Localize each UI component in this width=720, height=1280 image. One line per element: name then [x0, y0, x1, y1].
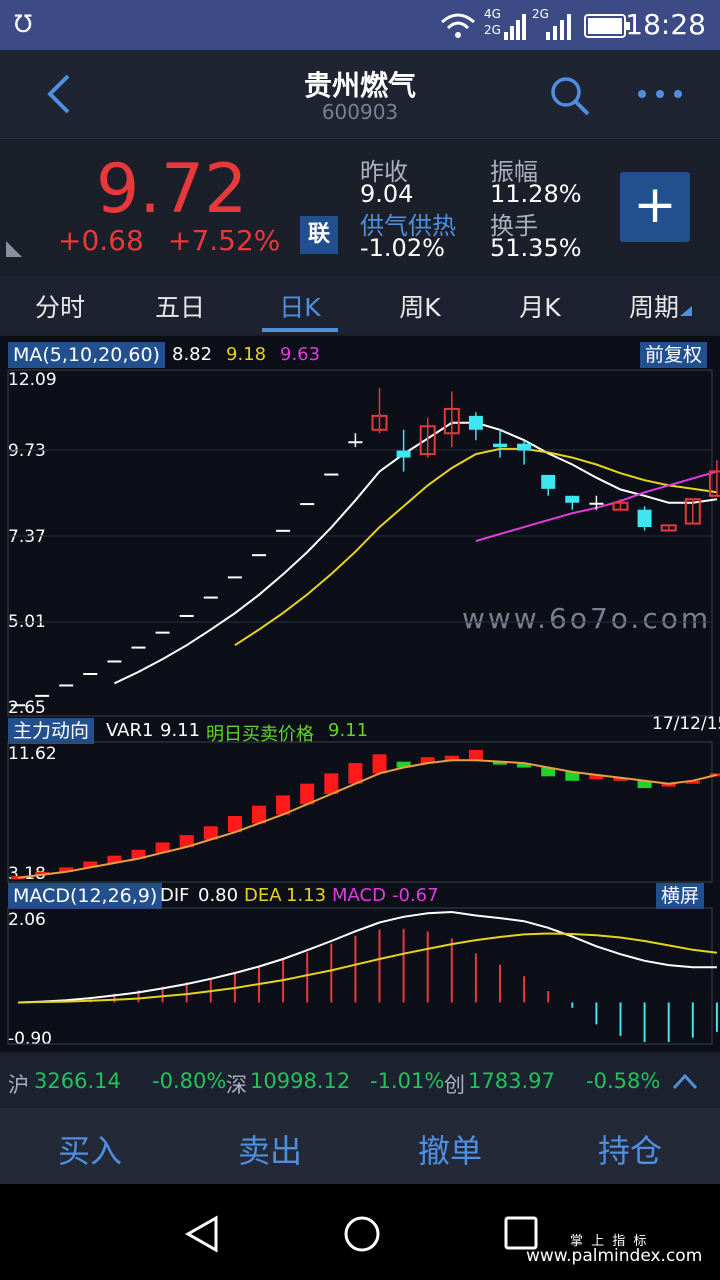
candle-body — [107, 660, 122, 663]
candle-body — [83, 672, 98, 675]
positions-button[interactable]: 持仓 — [540, 1126, 720, 1172]
candle-body — [35, 694, 50, 697]
stock-header: 贵州燃气 600903 — [0, 50, 720, 138]
footer-watermark-url: www.palmindex.com — [526, 1246, 703, 1266]
add-watchlist-button[interactable]: + — [620, 172, 690, 242]
main-force-bar — [372, 754, 387, 774]
candle-body — [59, 684, 74, 687]
sz-index: 10998.12 — [250, 1069, 351, 1093]
candle-body — [637, 509, 652, 528]
sz-change: -1.01% — [370, 1069, 445, 1093]
corner-triangle-icon — [6, 241, 22, 257]
market-index-bar[interactable]: 沪 3266.14 -0.80% 深 10998.12 -1.01% 创 178… — [0, 1056, 720, 1108]
period-tabs: 分时 五日 日K 周K 月K 周期 — [0, 276, 720, 334]
sz-label: 深 — [226, 1073, 247, 1097]
candle-body — [493, 443, 507, 448]
candle-body — [589, 502, 604, 505]
amplitude-value: 11.28% — [490, 180, 582, 208]
candle-body — [252, 554, 266, 557]
last-price: 9.72 — [96, 150, 248, 229]
clock: 18:28 — [625, 8, 706, 41]
prev-close-value: 9.04 — [360, 180, 414, 208]
app-notification-icon: Ʊ — [14, 10, 33, 38]
price-change-pct: +7.52% — [168, 224, 281, 257]
candle-body — [565, 495, 580, 503]
candle-body — [276, 529, 291, 532]
search-icon[interactable] — [548, 74, 592, 118]
sh-label: 沪 — [8, 1073, 29, 1097]
candle-body — [227, 576, 242, 579]
system-nav-bar: 掌 上 指 标 www.palmindex.com — [0, 1184, 720, 1280]
cy-index: 1783.97 — [468, 1069, 555, 1093]
main-force-bar — [468, 749, 483, 761]
network-4g: 4G — [484, 7, 501, 21]
trade-action-bar: 买入 卖出 撤单 持仓 — [0, 1108, 720, 1184]
more-dots-icon[interactable] — [636, 88, 684, 100]
dropdown-triangle-icon — [680, 306, 692, 316]
cy-change: -0.58% — [586, 1069, 661, 1093]
dea-line — [17, 932, 718, 1004]
price-panel-frame — [7, 369, 713, 717]
sector-change: -1.02% — [360, 234, 445, 262]
candle-body — [396, 450, 411, 458]
turnover-value: 51.35% — [490, 234, 582, 262]
ma5-line — [113, 421, 718, 685]
nav-recents-icon[interactable] — [504, 1216, 538, 1250]
macd-panel-frame — [7, 907, 713, 1045]
cancel-order-button[interactable]: 撤单 — [360, 1126, 540, 1172]
stock-name: 贵州燃气 — [303, 69, 416, 102]
sh-index: 3266.14 — [34, 1069, 121, 1093]
sh-change: -0.80% — [152, 1069, 227, 1093]
candle-body — [155, 631, 170, 634]
nav-back-icon[interactable] — [184, 1214, 220, 1254]
candle-body — [324, 473, 339, 476]
cy-label: 创 — [444, 1073, 465, 1097]
var1-line — [17, 759, 718, 879]
margin-badge[interactable]: 联 — [300, 216, 338, 254]
nav-home-icon[interactable] — [342, 1214, 382, 1254]
price-change: +0.68 — [58, 224, 144, 257]
battery-icon — [584, 14, 630, 38]
sell-button[interactable]: 卖出 — [180, 1126, 360, 1172]
status-bar: Ʊ 4G 2G 2G 18:28 — [0, 0, 720, 50]
candle-body — [541, 474, 556, 489]
active-tab-indicator — [262, 328, 338, 332]
candle-body — [11, 704, 25, 707]
tab-monthly-k[interactable]: 月K — [480, 288, 600, 324]
signal-icon-1 — [504, 14, 526, 40]
tab-weekly-k[interactable]: 周K — [360, 288, 480, 324]
tab-period[interactable]: 周期 — [594, 288, 714, 324]
candle-body — [203, 596, 218, 599]
candle-body — [179, 614, 194, 617]
candle-body — [131, 646, 146, 649]
tab-five-day[interactable]: 五日 — [120, 288, 240, 324]
stock-code: 600903 — [321, 100, 399, 124]
ma10-line — [234, 447, 718, 647]
tab-daily-k[interactable]: 日K — [240, 288, 360, 324]
signal-icon-2 — [546, 14, 571, 40]
kline-chart[interactable] — [0, 336, 720, 1052]
buy-button[interactable]: 买入 — [0, 1126, 180, 1172]
candle-body — [517, 443, 532, 451]
network-2g-a: 2G — [484, 23, 501, 37]
chevron-up-icon[interactable] — [672, 1072, 698, 1090]
candle-body — [348, 441, 363, 444]
dif-line — [17, 910, 717, 1004]
tab-intraday[interactable]: 分时 — [0, 288, 120, 324]
candle-body — [468, 415, 483, 430]
candle-body — [300, 503, 315, 506]
wifi-icon — [441, 13, 475, 38]
